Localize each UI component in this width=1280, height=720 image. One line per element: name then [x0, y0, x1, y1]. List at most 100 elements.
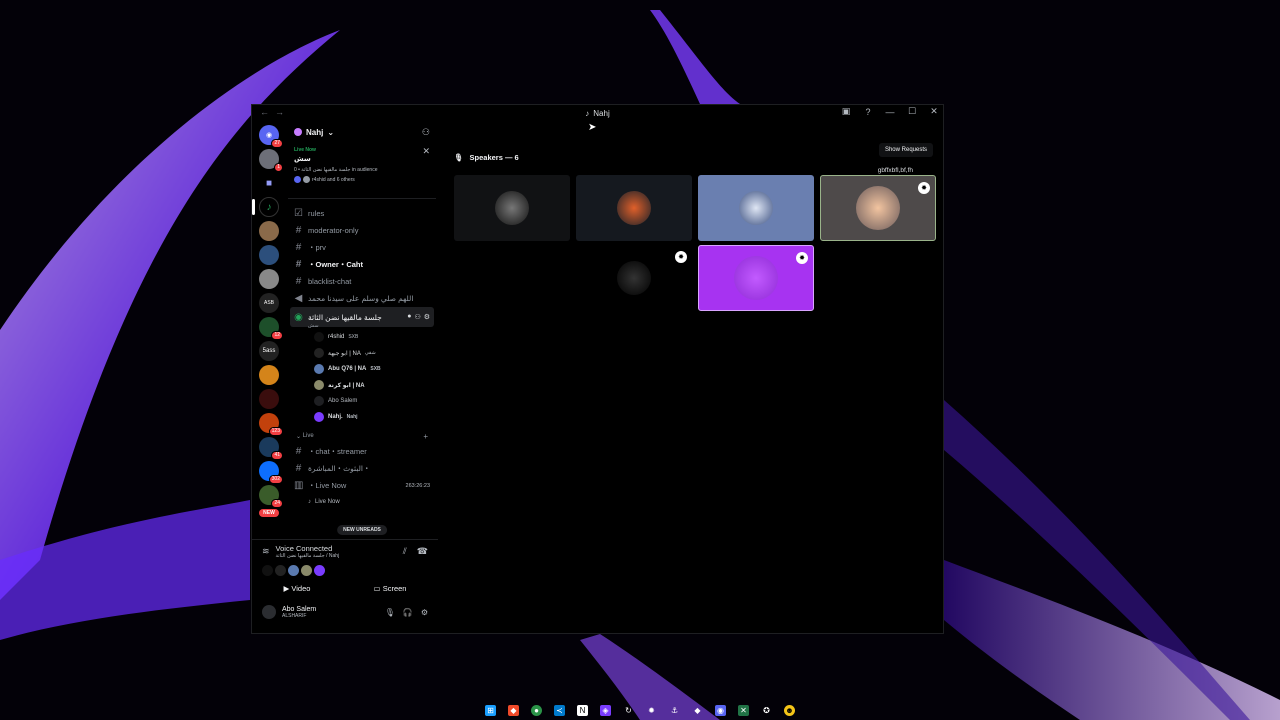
- windows-start-icon[interactable]: ⊞: [485, 704, 496, 716]
- new-unreads-button[interactable]: NEW UNREADS: [337, 525, 387, 535]
- category-live[interactable]: ⌄ Live +: [290, 429, 434, 443]
- member-tag: شقي: [364, 350, 376, 356]
- close-icon[interactable]: ✕: [422, 146, 430, 157]
- speaker-tile[interactable]: ✸: [820, 175, 936, 241]
- avatar: [275, 565, 286, 576]
- speaker-tile[interactable]: [454, 175, 570, 241]
- member-name: r4shid: [328, 334, 345, 340]
- speaker-tile[interactable]: [576, 175, 692, 241]
- app-icon[interactable]: ◆: [692, 705, 703, 716]
- channel-blacklist-chat[interactable]: # blacklist-chat: [290, 273, 434, 290]
- server-text-icon[interactable]: 5ass: [259, 341, 279, 361]
- chevron-down-icon: ⌄: [296, 433, 303, 440]
- stage-main: 🎙 Speakers — 6 Show Requests gbffxbfl,bf…: [448, 121, 943, 633]
- server-header[interactable]: Nahj ⌄ ⚇: [286, 121, 438, 143]
- obsidian-icon[interactable]: ◈: [600, 704, 611, 716]
- server-icon[interactable]: [259, 389, 279, 409]
- speaker-tile[interactable]: [698, 175, 814, 241]
- app-icon[interactable]: ☻: [784, 704, 795, 716]
- request-user-name[interactable]: gbffxbfl,bf,fh: [878, 167, 913, 174]
- channel-label: ・Owner・Caht: [308, 260, 364, 269]
- avatar: [303, 176, 310, 183]
- speaker-tile[interactable]: ✸: [698, 245, 814, 311]
- add-member-icon[interactable]: ⚇: [422, 127, 430, 138]
- server-nahj-icon[interactable]: ♪: [252, 197, 279, 217]
- user-avatar[interactable]: [262, 605, 276, 619]
- close-button[interactable]: ✕: [929, 106, 939, 117]
- chat-icon[interactable]: ●: [407, 313, 411, 321]
- back-arrow-icon[interactable]: ←: [260, 107, 269, 117]
- server-icon[interactable]: 41: [259, 437, 283, 460]
- vscode-icon[interactable]: ≺: [554, 704, 565, 716]
- app-icon[interactable]: ⚓: [669, 705, 680, 716]
- badge: 12: [271, 331, 283, 340]
- channel-moderator-only[interactable]: # moderator-only: [290, 222, 434, 239]
- app-icon[interactable]: ✪: [761, 705, 772, 716]
- server-icon[interactable]: ASB: [259, 293, 279, 313]
- discord-icon[interactable]: ◉: [715, 704, 726, 716]
- voice-member[interactable]: ابو جبهة | NA شقي: [290, 345, 434, 361]
- server-icon[interactable]: 24: [259, 485, 283, 508]
- member-name: Nahj.: [328, 414, 343, 420]
- server-icon[interactable]: [259, 221, 279, 241]
- server-icon[interactable]: [259, 269, 279, 289]
- avatar: [314, 380, 324, 390]
- member-tag: SXB: [370, 366, 381, 372]
- live-now-sub[interactable]: ♪ Live Now: [290, 494, 434, 510]
- member-name: Abu Q76 | NA: [328, 366, 367, 372]
- server-icon[interactable]: [259, 365, 279, 385]
- server-icon[interactable]: 1: [259, 149, 283, 172]
- channel-chat-streamer[interactable]: # ・chat・streamer: [290, 443, 434, 460]
- invite-icon[interactable]: ⚇: [414, 313, 420, 321]
- live-stage-card[interactable]: Live Now ✕ سش جلسة مالقيها نضن الثاثة • …: [288, 143, 436, 199]
- server-icon[interactable]: 123: [259, 413, 283, 436]
- disconnect-icon[interactable]: ☎: [417, 546, 428, 557]
- server-icon[interactable]: 302: [259, 461, 283, 484]
- avatar: [314, 332, 324, 342]
- signal-icon: ≋: [262, 546, 270, 556]
- avatar: [739, 191, 773, 225]
- server-icon[interactable]: [259, 245, 279, 265]
- notion-icon[interactable]: N: [577, 704, 588, 716]
- help-icon[interactable]: ?: [863, 107, 873, 117]
- server-icon[interactable]: 12: [259, 317, 283, 340]
- maximize-button[interactable]: ☐: [907, 106, 917, 117]
- add-channel-icon[interactable]: +: [423, 432, 428, 441]
- screen-share-button[interactable]: ▭ Screen: [374, 584, 407, 593]
- app-icon[interactable]: ✹: [646, 705, 657, 716]
- gear-icon[interactable]: ⚙: [421, 608, 428, 617]
- member-name: ابو كرنة | NA: [328, 382, 365, 389]
- voice-member[interactable]: ابو كرنة | NA: [290, 377, 434, 393]
- avatar: [495, 191, 529, 225]
- headphones-icon[interactable]: 🎧: [403, 608, 413, 617]
- forward-arrow-icon[interactable]: →: [275, 107, 284, 117]
- noise-suppression-icon[interactable]: ⫽: [403, 546, 407, 557]
- gear-icon[interactable]: ⚙: [424, 313, 430, 321]
- voice-member[interactable]: Abo Salem: [290, 393, 434, 409]
- folder-icon[interactable]: ■: [259, 173, 279, 193]
- inbox-icon[interactable]: ▣: [841, 106, 851, 117]
- avatar: [262, 565, 273, 576]
- member-tag: SXB: [348, 334, 359, 340]
- channel-broadcasts[interactable]: # البثوث・المباشرة・: [290, 460, 434, 477]
- video-button[interactable]: ▶ Video: [284, 584, 311, 593]
- speaker-tile[interactable]: ✸: [576, 245, 692, 311]
- channel-rules[interactable]: ☑ rules: [290, 205, 434, 222]
- home-button[interactable]: ◉ 27: [259, 125, 283, 148]
- channel-owner-caht[interactable]: # ・Owner・Caht: [290, 256, 434, 273]
- microphone-icon[interactable]: 🎙: [385, 608, 395, 617]
- voice-member[interactable]: r4shid SXB: [290, 329, 434, 345]
- brave-icon[interactable]: ◆: [508, 704, 519, 716]
- channel-voice[interactable]: ◀ اللهم صلي وسلم على سيدنا محمد: [290, 290, 434, 307]
- channel-prv[interactable]: # ・prv: [290, 239, 434, 256]
- voice-member[interactable]: Abu Q76 | NA SXB: [290, 361, 434, 377]
- minimize-button[interactable]: —: [885, 107, 895, 117]
- app-icon[interactable]: ↻: [623, 705, 634, 716]
- excel-icon[interactable]: ✕: [738, 704, 749, 716]
- chrome-icon[interactable]: ●: [531, 704, 542, 716]
- new-unreads-servers-badge[interactable]: NEW: [259, 509, 279, 517]
- channel-list: ☑ rules # moderator-only # ・prv # ・Owner・Cah…: [286, 205, 438, 510]
- channel-live-now[interactable]: ▥ ・Live Now 263:26:23: [290, 477, 434, 494]
- moderator-icon: ✸: [796, 252, 808, 264]
- voice-member[interactable]: Nahj. Nahj: [290, 409, 434, 425]
